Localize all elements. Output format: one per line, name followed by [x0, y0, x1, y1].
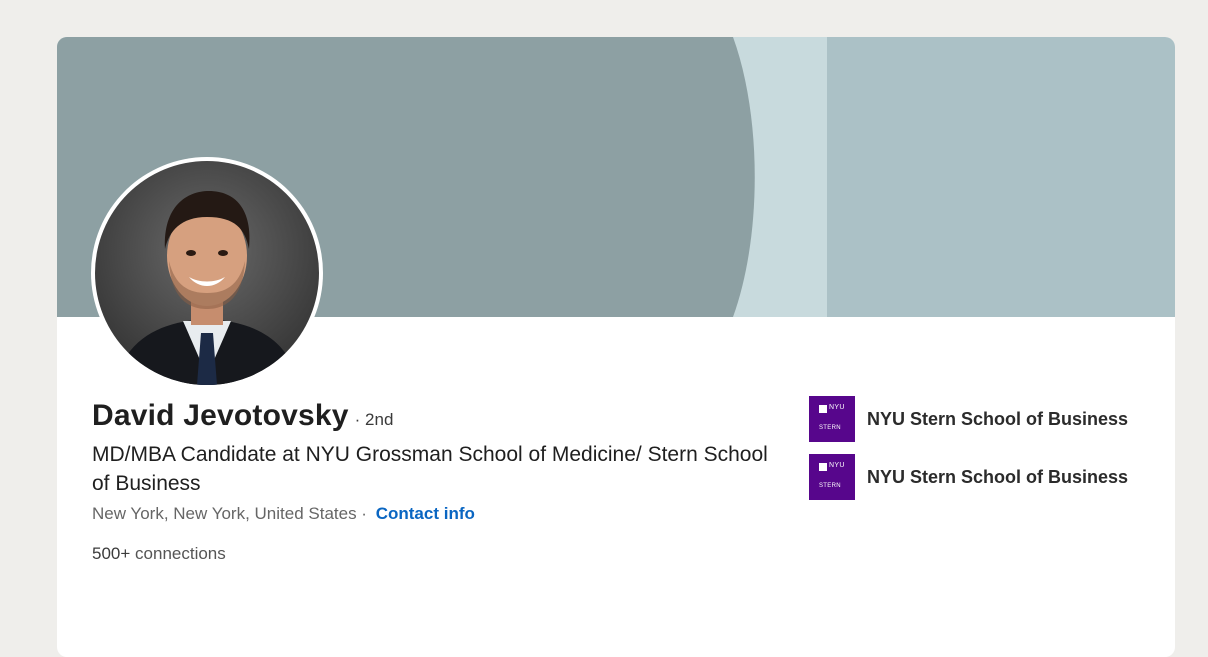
connections-count[interactable]: 500+ connections [92, 544, 226, 564]
profile-card: David Jevotovsky · 2nd MD/MBA Candidate … [57, 37, 1175, 657]
school-name: NYU Stern School of Business [867, 408, 1129, 429]
profile-name: David Jevotovsky [92, 399, 349, 432]
torch-icon [819, 405, 827, 413]
connection-degree: · 2nd [354, 410, 394, 429]
connections-label: connections [135, 544, 226, 563]
name-row: David Jevotovsky · 2nd [92, 399, 393, 433]
profile-headline: MD/MBA Candidate at NYU Grossman School … [92, 443, 768, 495]
torch-icon [819, 463, 827, 471]
education-item[interactable]: NYU STERN NYU Stern School of Business [809, 396, 1128, 442]
contact-info-link[interactable]: Contact info [376, 504, 475, 523]
location-row: New York, New York, United States · Cont… [92, 504, 475, 524]
nyu-stern-logo-icon: NYU STERN [809, 454, 855, 500]
school-name: NYU Stern School of Business [867, 466, 1129, 487]
education-item[interactable]: NYU STERN NYU Stern School of Business [809, 454, 1128, 500]
profile-photo[interactable] [91, 157, 323, 389]
connections-number: 500+ [92, 544, 131, 563]
person-photo-icon [95, 161, 319, 385]
profile-location: New York, New York, United States · [92, 504, 367, 523]
nyu-stern-logo-icon: NYU STERN [809, 396, 855, 442]
